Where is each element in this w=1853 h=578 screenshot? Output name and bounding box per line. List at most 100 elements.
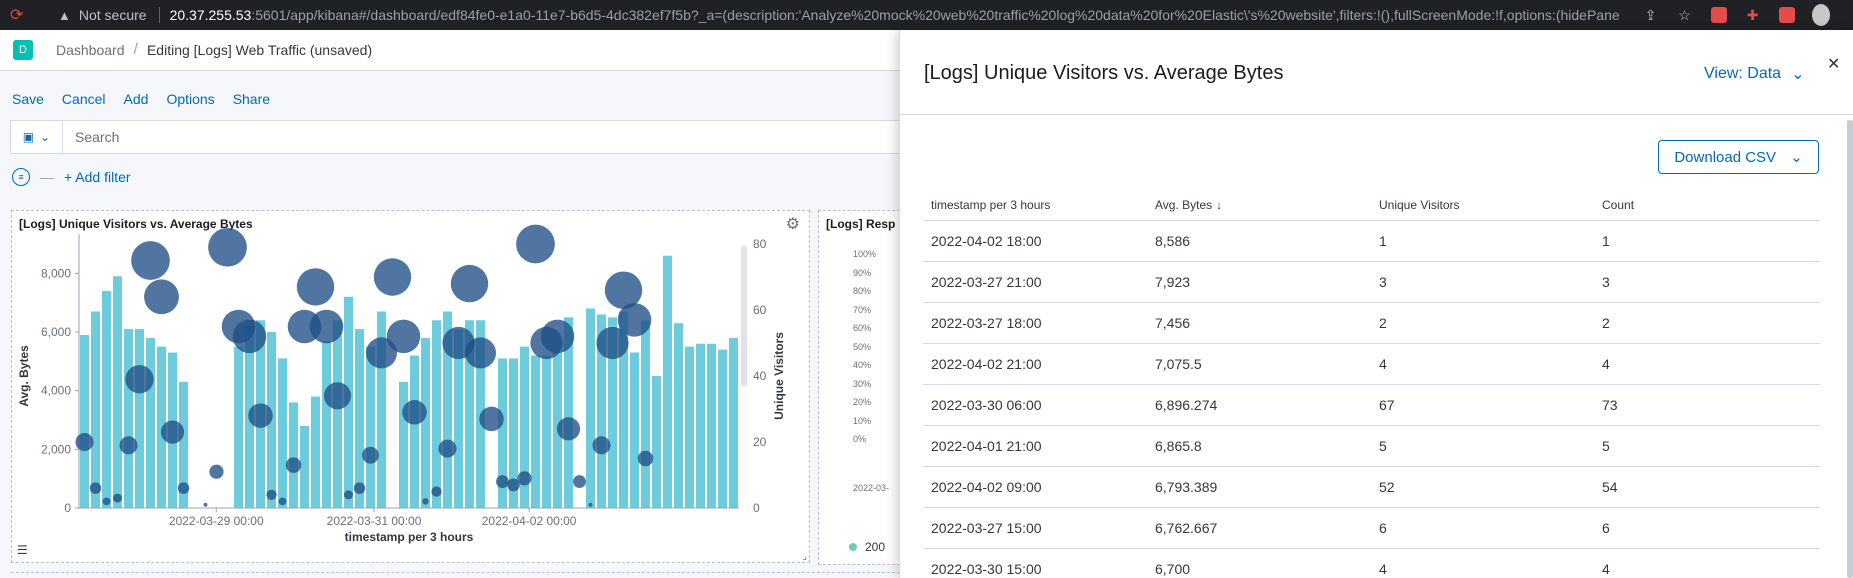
add-filter-button[interactable]: + Add filter bbox=[64, 169, 131, 185]
extension-icon[interactable] bbox=[1710, 6, 1728, 24]
chart-bubble bbox=[144, 279, 179, 315]
y-axis-title: Avg. Bytes bbox=[17, 345, 31, 407]
options-button[interactable]: Options bbox=[166, 91, 214, 107]
filter-bar: ≡ — + Add filter bbox=[12, 168, 131, 186]
table-cell: 2022-03-27 21:00 bbox=[923, 261, 1147, 303]
reload-icon[interactable]: ⟳ bbox=[10, 5, 23, 25]
chevron-down-icon: ⌄ bbox=[40, 130, 51, 144]
kibana-header: D Dashboard / Editing [Logs] Web Traffic… bbox=[0, 30, 900, 71]
panel2-y-tick: 20% bbox=[853, 397, 872, 407]
download-csv-button[interactable]: Download CSV ⌄ bbox=[1658, 140, 1819, 174]
column-header-timestamp[interactable]: timestamp per 3 hours bbox=[923, 190, 1147, 221]
chart-bar bbox=[674, 323, 683, 508]
legend-toggle-icon[interactable]: ☰ bbox=[17, 543, 28, 557]
not-secure-label[interactable]: Not secure bbox=[79, 7, 147, 23]
panel2-y-tick: 10% bbox=[853, 415, 872, 426]
panel2-y-tick: 100% bbox=[853, 249, 877, 259]
table-row: 2022-03-30 06:00 6,896.274 67 73 bbox=[923, 384, 1820, 426]
view-mode-dropdown[interactable]: View: Data ⌄ bbox=[1704, 64, 1804, 84]
warning-icon[interactable]: ▲ bbox=[58, 8, 71, 23]
table-cell: 4 bbox=[1594, 343, 1820, 385]
profile-avatar-icon[interactable] bbox=[1811, 4, 1830, 26]
chart-bar bbox=[300, 425, 309, 508]
panel2-y-tick: 70% bbox=[853, 304, 872, 315]
add-button[interactable]: Add bbox=[124, 91, 149, 107]
cancel-button[interactable]: Cancel bbox=[62, 91, 106, 107]
table-cell: 7,923 bbox=[1147, 261, 1371, 303]
panel2-y-tick: 60% bbox=[853, 323, 872, 333]
table-cell: 2022-03-27 18:00 bbox=[923, 302, 1147, 344]
table-cell: 2 bbox=[1594, 302, 1820, 344]
resize-handle-icon[interactable]: ⌟ bbox=[802, 551, 807, 562]
panel2-y-tick: 80% bbox=[853, 286, 872, 296]
y2-tick-label: 80 bbox=[753, 237, 767, 251]
filter-menu-icon[interactable]: ≡ bbox=[12, 168, 30, 186]
scrollbar-thumb[interactable] bbox=[1847, 120, 1853, 578]
chart-bubble bbox=[102, 497, 111, 506]
table-row: 2022-04-01 21:00 6,865.8 5 5 bbox=[923, 425, 1820, 467]
address-bar[interactable]: 20.37.255.53:5601/app/kibana#/dashboard/… bbox=[170, 7, 1620, 23]
data-table: timestamp per 3 hours Avg. Bytes ↓ Unique… bbox=[923, 190, 1820, 578]
search-input[interactable]: Search bbox=[63, 129, 119, 145]
chart-bar bbox=[410, 355, 419, 508]
chart-bar bbox=[322, 340, 331, 508]
table-row: 2022-03-27 18:00 7,456 2 2 bbox=[923, 302, 1820, 344]
table-cell: 52 bbox=[1371, 466, 1594, 508]
chart-bubble bbox=[438, 439, 457, 458]
star-icon[interactable]: ☆ bbox=[1676, 6, 1694, 24]
chart-bar bbox=[234, 346, 243, 508]
url-path: :5601/app/kibana#/dashboard/edf84fe0-e1a… bbox=[251, 7, 1620, 23]
save-button[interactable]: Save bbox=[12, 91, 44, 107]
chart-bar bbox=[355, 329, 364, 508]
chart-bubble bbox=[422, 498, 429, 505]
table-cell: 1 bbox=[1594, 220, 1820, 262]
chart-bubble bbox=[588, 502, 593, 507]
share-button[interactable]: Share bbox=[233, 91, 270, 107]
table-cell: 6,762.667 bbox=[1147, 507, 1371, 549]
table-body: 2022-04-02 18:00 8,586 1 1 2022-03-27 21:00 7… bbox=[923, 220, 1820, 578]
chart-bar bbox=[113, 276, 122, 508]
column-header-label: Avg. Bytes bbox=[1155, 197, 1213, 212]
table-cell: 2 bbox=[1371, 302, 1594, 344]
chart-bar bbox=[333, 320, 342, 508]
chart-bubble bbox=[278, 497, 287, 506]
table-cell: 4 bbox=[1371, 548, 1594, 578]
y-tick-label: 2,000 bbox=[41, 442, 71, 456]
chart-bar bbox=[696, 343, 705, 508]
column-header-count[interactable]: Count bbox=[1594, 190, 1820, 221]
y2-axis-title: Unique Visitors bbox=[772, 332, 786, 420]
close-icon[interactable]: ✕ bbox=[1827, 54, 1840, 74]
chart-bubble bbox=[592, 436, 611, 455]
table-cell: 5 bbox=[1594, 425, 1820, 467]
chart-bubble bbox=[266, 489, 277, 500]
sidebar-icon[interactable] bbox=[1778, 6, 1796, 24]
panel2-y-tick: 40% bbox=[853, 360, 872, 370]
table-cell: 7,456 bbox=[1147, 302, 1371, 344]
y2-tick-label: 40 bbox=[753, 369, 767, 383]
chart-bubble bbox=[296, 268, 335, 306]
share-icon[interactable]: ⇪ bbox=[1642, 6, 1660, 24]
chart-bubble bbox=[556, 417, 581, 441]
chart-bubble bbox=[402, 400, 427, 425]
puzzle-icon[interactable]: ✚ bbox=[1744, 6, 1762, 24]
chart-bubble bbox=[373, 258, 412, 296]
chart-bar bbox=[586, 308, 595, 508]
table-cell: 7,075.5 bbox=[1147, 343, 1371, 385]
table-cell: 5 bbox=[1371, 425, 1594, 467]
saved-query-button[interactable]: ▣ ⌄ bbox=[11, 121, 63, 153]
breadcrumb-dashboard[interactable]: Dashboard bbox=[56, 42, 125, 58]
chart-bubble bbox=[309, 309, 344, 344]
column-header-avg-bytes[interactable]: Avg. Bytes ↓ bbox=[1147, 190, 1371, 221]
chart-bubble bbox=[516, 224, 555, 264]
next-panel-edge bbox=[11, 572, 900, 578]
chart-bubble bbox=[89, 482, 102, 495]
chart-bar bbox=[542, 355, 551, 508]
space-avatar[interactable]: D bbox=[13, 40, 33, 60]
scrollbar[interactable] bbox=[1847, 120, 1853, 578]
panel2-x-tick: 2022-03- bbox=[853, 483, 890, 493]
panel2-legend[interactable]: 200 bbox=[849, 540, 885, 554]
flyout-title: [Logs] Unique Visitors vs. Average Bytes bbox=[924, 62, 1284, 84]
chart-bar bbox=[531, 355, 540, 508]
column-header-unique-visitors[interactable]: Unique Visitors bbox=[1371, 190, 1594, 221]
y-tick-label: 8,000 bbox=[41, 266, 71, 280]
